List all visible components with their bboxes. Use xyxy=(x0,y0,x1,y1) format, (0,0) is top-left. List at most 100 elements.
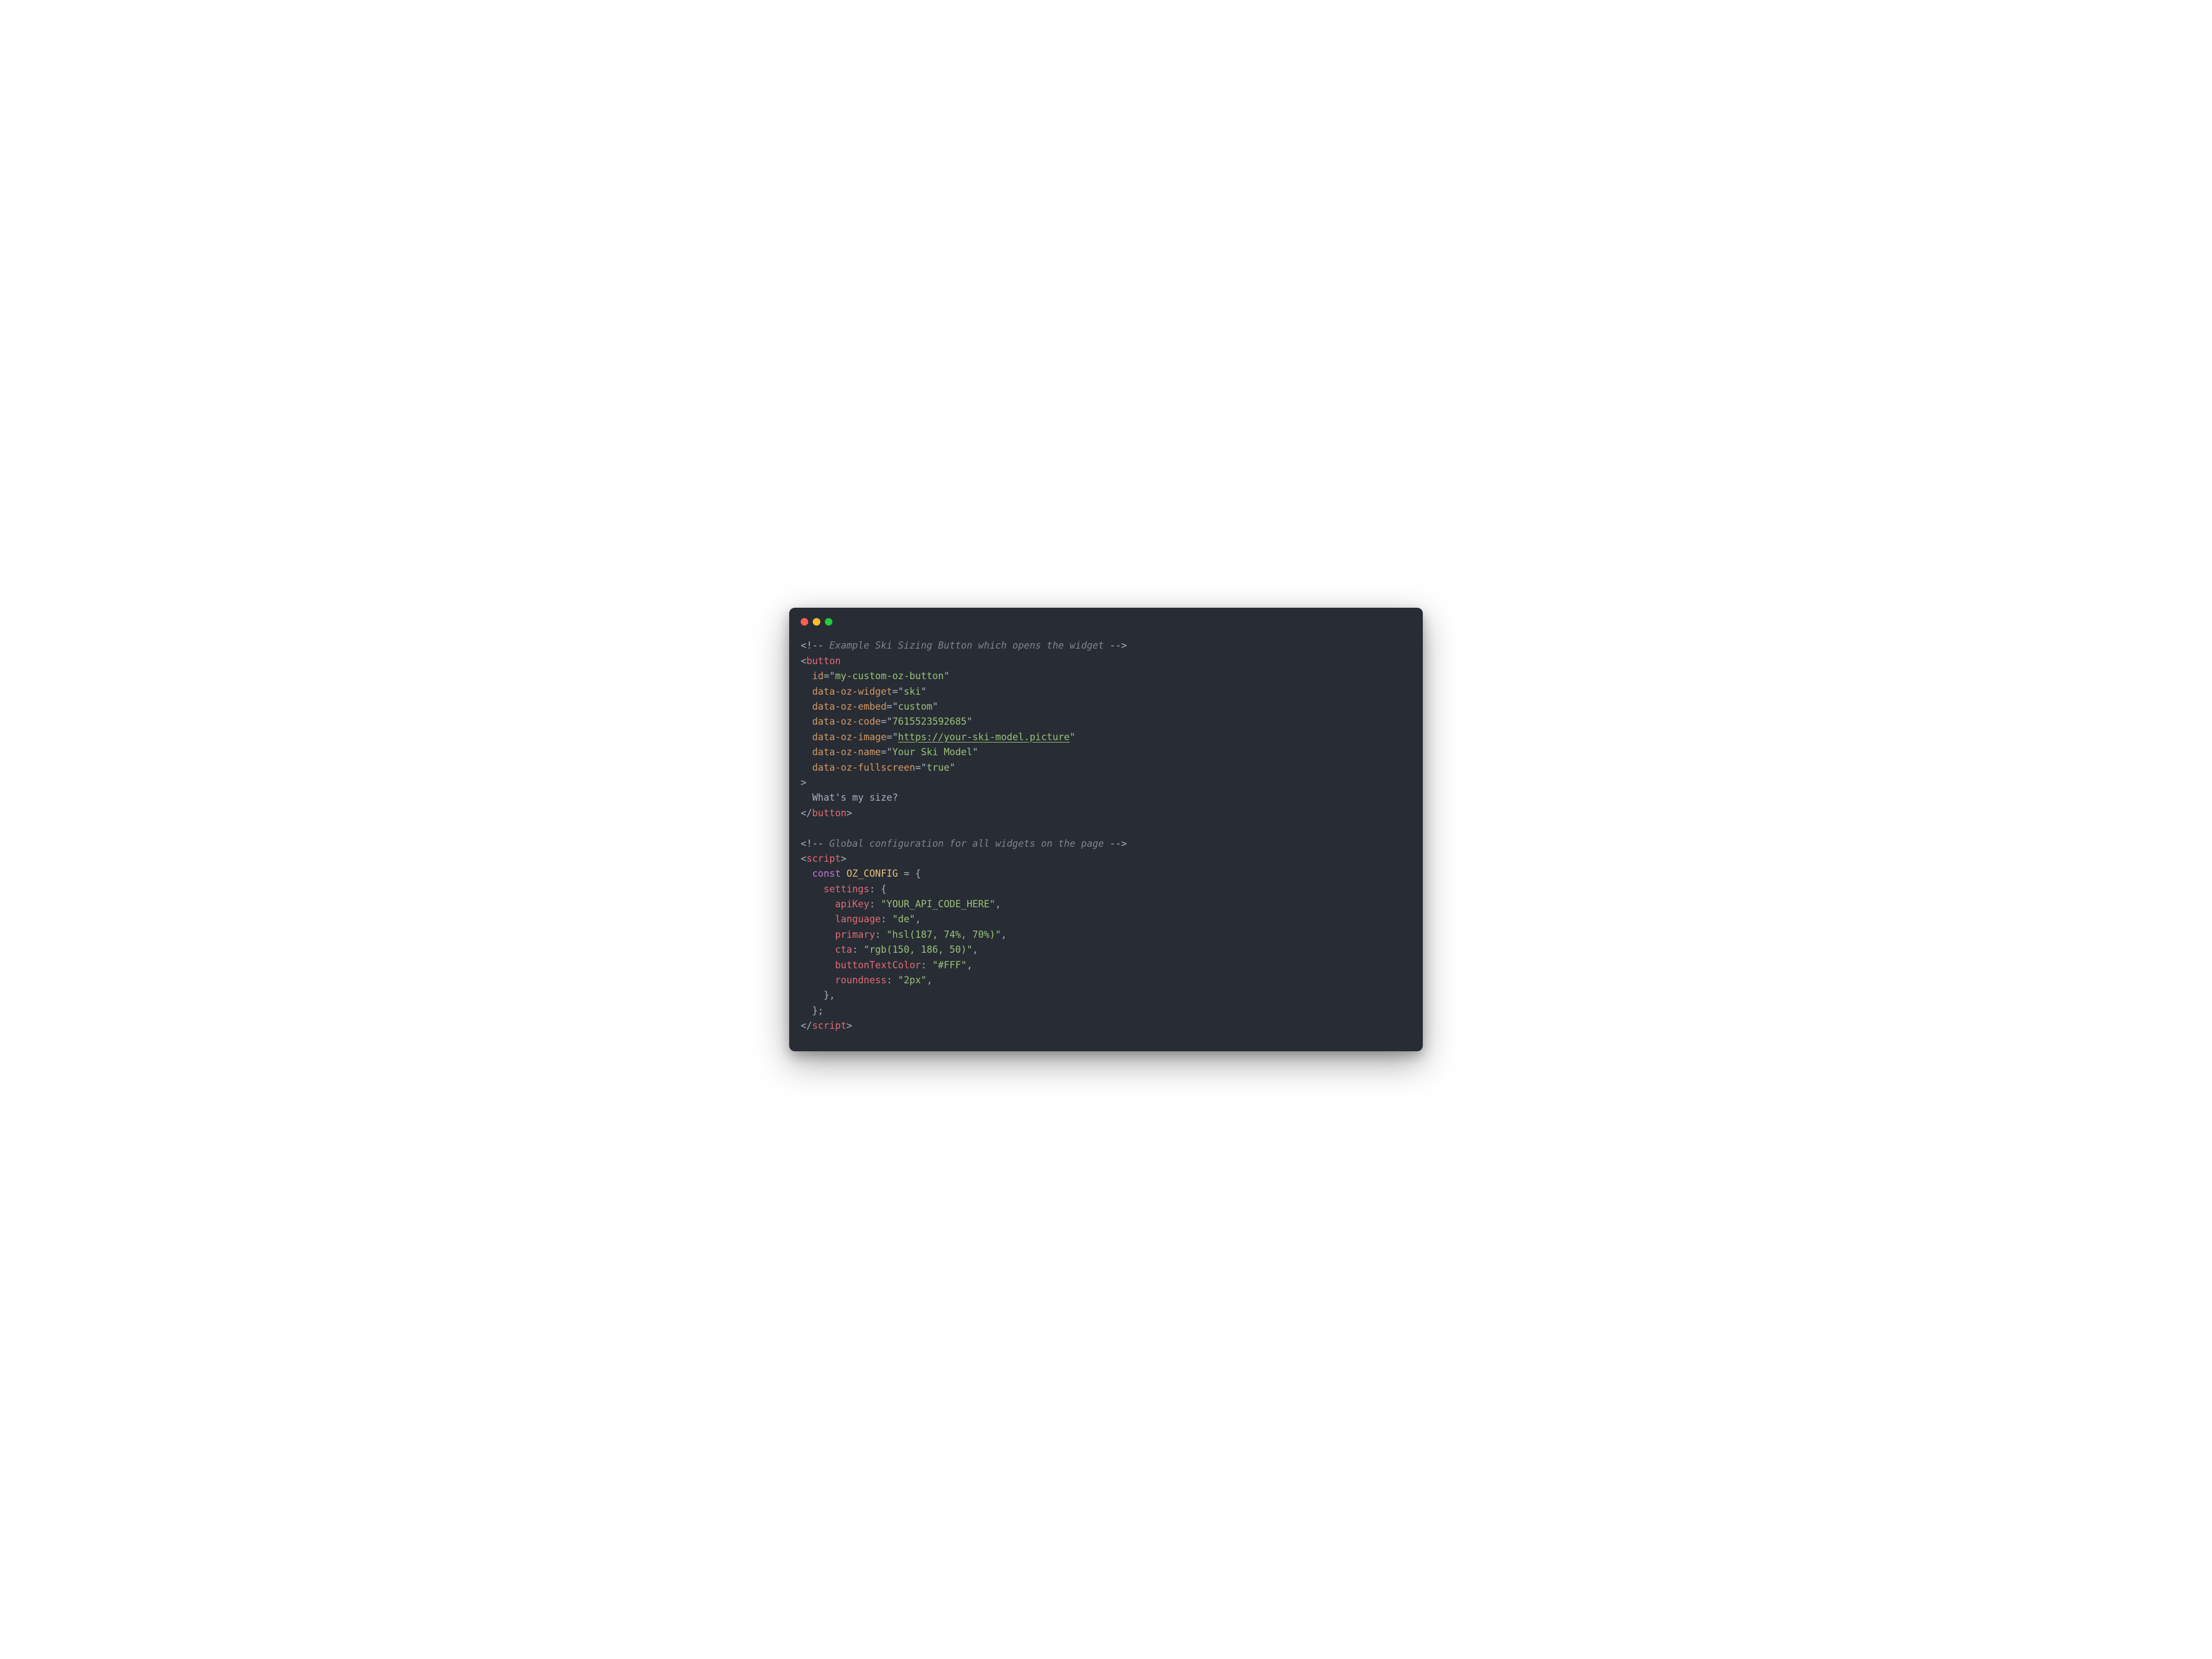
code-token: { xyxy=(915,868,921,879)
code-token: button xyxy=(806,656,841,666)
code-line: apiKey: "YOUR_API_CODE_HERE", xyxy=(801,897,1411,912)
code-line: data-oz-embed="custom" xyxy=(801,699,1411,714)
code-token: roundness xyxy=(835,975,887,986)
code-token xyxy=(858,944,863,955)
window-titlebar xyxy=(789,608,1423,626)
code-token xyxy=(801,701,812,712)
code-token: " xyxy=(967,716,972,727)
code-line: <!-- Example Ski Sizing Button which ope… xyxy=(801,638,1411,653)
code-token: data-oz-name xyxy=(812,747,881,757)
code-token: https://your-ski-model.picture xyxy=(898,732,1070,743)
code-token xyxy=(801,914,835,925)
code-token: What's my size? xyxy=(812,792,898,803)
code-token: " xyxy=(949,762,955,773)
code-token xyxy=(801,671,812,681)
code-token: = xyxy=(887,732,892,743)
code-token: " xyxy=(933,701,938,712)
code-token: const xyxy=(812,868,841,879)
code-token xyxy=(875,884,881,895)
code-token: id xyxy=(812,671,824,681)
code-token: " xyxy=(972,747,978,757)
code-token: data-oz-fullscreen xyxy=(812,762,915,773)
close-window-button[interactable] xyxy=(801,618,808,626)
code-editor-window: <!-- Example Ski Sizing Button which ope… xyxy=(789,608,1423,1051)
code-token: = xyxy=(892,686,898,697)
code-token: buttonTextColor xyxy=(835,960,921,971)
code-token xyxy=(801,944,835,955)
code-token: true xyxy=(927,762,950,773)
code-line: </button> xyxy=(801,806,1411,821)
code-token: primary xyxy=(835,929,876,940)
code-token xyxy=(801,686,812,697)
code-token xyxy=(841,868,847,879)
code-line: > xyxy=(801,775,1411,790)
code-line: const OZ_CONFIG = { xyxy=(801,866,1411,881)
code-token: : xyxy=(869,899,875,910)
code-line: }; xyxy=(801,1003,1411,1018)
code-token: "rgb(150, 186, 50)" xyxy=(863,944,972,955)
code-line: data-oz-fullscreen="true" xyxy=(801,760,1411,775)
code-token: : xyxy=(881,914,887,925)
code-token: " xyxy=(892,732,898,743)
code-token: { xyxy=(881,884,887,895)
code-token: = xyxy=(824,671,830,681)
code-token: }, xyxy=(824,990,835,1001)
code-token: --> xyxy=(1104,838,1127,849)
code-line: What's my size? xyxy=(801,790,1411,805)
code-token: settings xyxy=(824,884,869,895)
code-token: " xyxy=(921,686,927,697)
code-line xyxy=(801,821,1411,836)
code-token: data-oz-code xyxy=(812,716,881,727)
code-token: my-custom-oz-button xyxy=(835,671,944,681)
code-token: " xyxy=(944,671,949,681)
code-token: > xyxy=(841,853,847,864)
code-token: , xyxy=(972,944,978,955)
code-token: : xyxy=(875,929,881,940)
code-token xyxy=(801,732,812,743)
code-token: "hsl(187, 74%, 70%)" xyxy=(887,929,1001,940)
code-line: buttonTextColor: "#FFF", xyxy=(801,958,1411,973)
code-token: ski xyxy=(904,686,921,697)
code-line: <button xyxy=(801,654,1411,669)
code-token xyxy=(892,975,898,986)
code-token: " xyxy=(1070,732,1075,743)
code-token xyxy=(881,929,887,940)
code-token xyxy=(801,747,812,757)
code-line: data-oz-widget="ski" xyxy=(801,684,1411,699)
code-token xyxy=(910,868,915,879)
code-line: cta: "rgb(150, 186, 50)", xyxy=(801,942,1411,957)
code-token: : xyxy=(887,975,892,986)
code-token: , xyxy=(927,975,933,986)
code-token: data-oz-widget xyxy=(812,686,892,697)
code-token xyxy=(801,762,812,773)
code-token: Global configuration for all widgets on … xyxy=(830,838,1104,849)
code-block: <!-- Example Ski Sizing Button which ope… xyxy=(789,626,1423,1051)
code-token: = xyxy=(904,868,910,879)
code-token: : xyxy=(869,884,875,895)
code-line: roundness: "2px", xyxy=(801,973,1411,988)
code-token: > xyxy=(846,808,852,819)
code-token xyxy=(875,899,881,910)
zoom-window-button[interactable] xyxy=(825,618,832,626)
code-token: }; xyxy=(812,1005,824,1016)
code-token xyxy=(801,716,812,727)
code-token: </ xyxy=(801,808,812,819)
code-token: , xyxy=(967,960,972,971)
code-token: custom xyxy=(898,701,933,712)
code-token: Example Ski Sizing Button which opens th… xyxy=(830,640,1104,651)
code-token: " xyxy=(887,747,892,757)
code-token: " xyxy=(921,762,927,773)
code-token: < xyxy=(801,656,806,666)
code-token: : xyxy=(921,960,927,971)
code-token xyxy=(927,960,933,971)
minimize-window-button[interactable] xyxy=(813,618,820,626)
code-line: settings: { xyxy=(801,882,1411,897)
code-token: > xyxy=(801,777,806,788)
code-line: id="my-custom-oz-button" xyxy=(801,669,1411,684)
code-token: " xyxy=(898,686,904,697)
code-token: > xyxy=(846,1020,852,1031)
code-token xyxy=(801,1005,812,1016)
code-token: " xyxy=(892,701,898,712)
code-token: </ xyxy=(801,1020,812,1031)
code-token xyxy=(801,929,835,940)
